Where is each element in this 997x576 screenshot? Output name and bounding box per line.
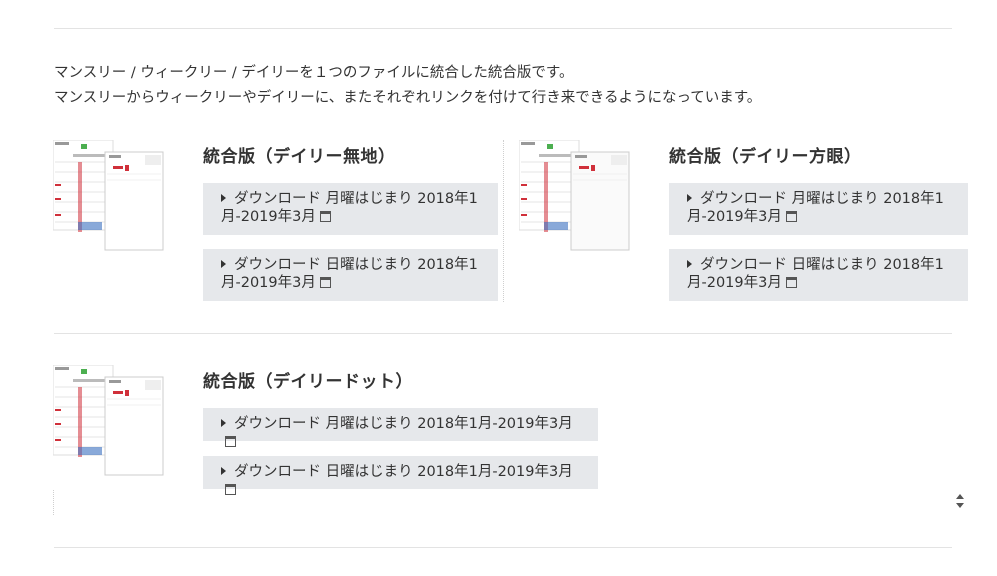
card-title-dot: 統合版（デイリードット） (203, 372, 413, 392)
download-label: ダウンロード 日曜はじまり 2018年1月-2019年3月 (221, 257, 478, 291)
external-window-icon (319, 277, 331, 288)
external-window-icon (319, 211, 331, 222)
card-title-grid: 統合版（デイリー方眼） (669, 147, 862, 167)
download-sunday-grid-button[interactable]: ダウンロード 日曜はじまり 2018年1月-2019年3月 (669, 249, 968, 301)
caret-right-icon (221, 467, 226, 475)
download-monday-dot-button[interactable]: ダウンロード 月曜はじまり 2018年1月-2019年3月 (203, 408, 598, 447)
planner-thumbnail-dot[interactable] (53, 365, 165, 477)
scroll-up-arrow-icon[interactable] (956, 494, 964, 499)
download-label: ダウンロード 日曜はじまり 2018年1月-2019年3月 (687, 257, 944, 291)
download-label: ダウンロード 月曜はじまり 2018年1月-2019年3月 (234, 416, 573, 432)
content-edge (53, 490, 54, 515)
planner-thumbnail-grid[interactable] (519, 140, 631, 252)
caret-right-icon (687, 260, 692, 268)
intro-line-1: マンスリー / ウィークリー / デイリーを１つのファイルに統合した統合版です。 (54, 65, 574, 81)
caret-right-icon (221, 260, 226, 268)
bottom-divider (54, 547, 952, 548)
column-separator (503, 140, 504, 302)
caret-right-icon (221, 419, 226, 427)
scroll-down-arrow-icon[interactable] (956, 503, 964, 508)
external-window-icon (225, 436, 236, 447)
card-title-plain: 統合版（デイリー無地） (203, 147, 396, 167)
download-sunday-plain-button[interactable]: ダウンロード 日曜はじまり 2018年1月-2019年3月 (203, 249, 498, 301)
download-monday-plain-button[interactable]: ダウンロード 月曜はじまり 2018年1月-2019年3月 (203, 183, 498, 235)
middle-divider (54, 333, 952, 334)
caret-right-icon (221, 194, 226, 202)
intro-line-2: マンスリーからウィークリーやデイリーに、またそれぞれリンクを付けて行き来できるよ… (54, 90, 762, 106)
external-window-icon (225, 484, 236, 495)
download-label: ダウンロード 月曜はじまり 2018年1月-2019年3月 (687, 191, 944, 225)
scrollbar[interactable] (953, 490, 966, 512)
intro-text: マンスリー / ウィークリー / デイリーを１つのファイルに統合した統合版です。… (54, 61, 761, 111)
caret-right-icon (687, 194, 692, 202)
external-window-icon (785, 277, 797, 288)
top-divider (54, 28, 952, 29)
download-label: ダウンロード 日曜はじまり 2018年1月-2019年3月 (234, 464, 573, 480)
planner-thumbnail-plain[interactable] (53, 140, 165, 252)
download-monday-grid-button[interactable]: ダウンロード 月曜はじまり 2018年1月-2019年3月 (669, 183, 968, 235)
download-label: ダウンロード 月曜はじまり 2018年1月-2019年3月 (221, 191, 478, 225)
external-window-icon (785, 211, 797, 222)
download-sunday-dot-button[interactable]: ダウンロード 日曜はじまり 2018年1月-2019年3月 (203, 456, 598, 495)
